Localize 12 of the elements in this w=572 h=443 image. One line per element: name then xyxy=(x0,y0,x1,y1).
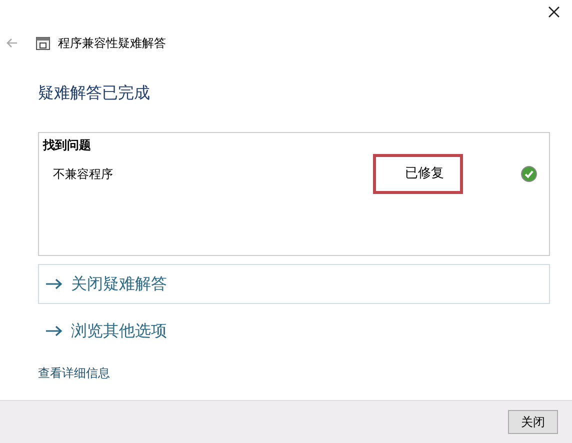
close-button[interactable]: 关闭 xyxy=(508,410,558,434)
window-icon xyxy=(36,36,50,50)
status-text: 已修复 xyxy=(373,154,463,194)
window-title: 程序兼容性疑难解答 xyxy=(58,35,166,52)
problem-name: 不兼容程序 xyxy=(52,166,114,183)
close-button[interactable] xyxy=(546,4,562,20)
page-heading: 疑难解答已完成 xyxy=(38,82,151,104)
details-link[interactable]: 查看详细信息 xyxy=(38,364,110,382)
arrow-icon xyxy=(45,278,63,290)
arrow-icon xyxy=(45,325,63,337)
action-link[interactable]: 关闭疑难解答 xyxy=(38,264,550,304)
results-title: 找到问题 xyxy=(43,137,92,154)
